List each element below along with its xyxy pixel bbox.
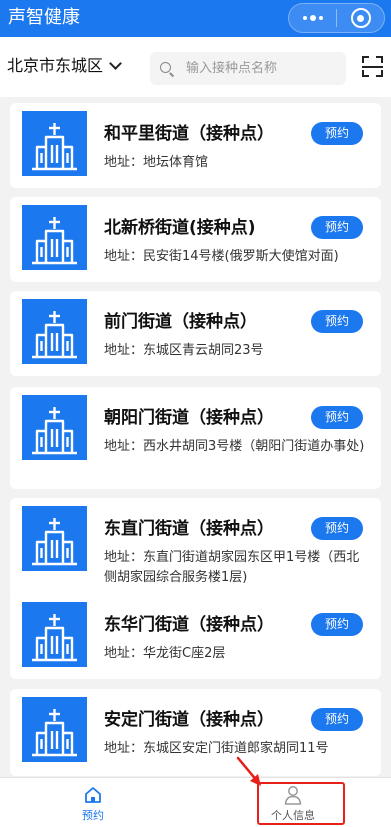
scan-icon[interactable] (362, 56, 383, 77)
site-address: 地址：东直门街道胡家园东区甲1号楼（西北侧胡家园综合服务楼1层) (104, 550, 360, 585)
search-box[interactable] (150, 52, 346, 85)
chevron-down-icon (109, 57, 122, 70)
site-address: 地址：东城区青云胡同23号 (104, 343, 264, 358)
site-name: 北新桥街道(接种点) (104, 218, 256, 238)
site-address: 地址：地坛体育馆 (104, 155, 209, 170)
site-address: 地址：西水井胡同3号楼（朝阳门街道办事处) (104, 439, 365, 454)
target-close-icon (350, 8, 371, 28)
hospital-icon (22, 602, 87, 667)
more-dots-icon (302, 14, 323, 21)
book-button[interactable]: 预约 (311, 708, 363, 731)
app-header: 声智健康 (0, 0, 391, 37)
book-button[interactable]: 预约 (311, 122, 363, 145)
book-button[interactable]: 预约 (311, 310, 363, 333)
book-button[interactable]: 预约 (311, 406, 363, 429)
hospital-icon (22, 395, 87, 460)
annotation-highlight-box (257, 782, 345, 825)
nav-label-booking: 预约 (82, 809, 104, 822)
site-name: 安定门街道（接种点） (104, 710, 274, 730)
site-address: 地址：华龙街C座2层 (104, 646, 226, 661)
home-icon (85, 787, 101, 803)
hospital-icon (22, 506, 87, 571)
book-button[interactable]: 预约 (311, 216, 363, 239)
hospital-icon (22, 205, 87, 270)
close-button[interactable] (337, 4, 384, 32)
district-label: 北京市东城区 (7, 56, 104, 75)
search-icon (160, 61, 174, 76)
mini-program-capsule (288, 3, 385, 33)
hospital-icon (22, 299, 87, 364)
book-button[interactable]: 预约 (311, 517, 363, 540)
site-name: 东直门街道（接种点） (104, 519, 274, 539)
site-address: 地址：民安街14号楼(俄罗斯大使馆对面) (104, 249, 339, 264)
annotation-arrow-icon (236, 756, 261, 786)
site-name: 前门街道（接种点） (104, 312, 257, 332)
search-input[interactable] (186, 61, 336, 76)
site-card[interactable]: 前门街道（接种点） 地址：东城区青云胡同23号 预约 (10, 291, 381, 376)
site-card[interactable]: 和平里街道（接种点） 地址：地坛体育馆 预约 (10, 103, 381, 188)
site-card[interactable]: 东直门街道（接种点） 地址：东直门街道胡家园东区甲1号楼（西北侧胡家园综合服务楼1… (10, 498, 381, 600)
hospital-icon (22, 697, 87, 762)
district-selector[interactable]: 北京市东城区 (7, 56, 122, 76)
app-title: 声智健康 (8, 7, 80, 28)
nav-item-booking[interactable]: 预约 (33, 778, 153, 827)
search-row: 北京市东城区 (0, 37, 391, 97)
site-card[interactable]: 北新桥街道(接种点) 地址：民安街14号楼(俄罗斯大使馆对面) 预约 (10, 197, 381, 282)
more-button[interactable] (289, 4, 336, 32)
site-card[interactable]: 朝阳门街道（接种点） 地址：西水井胡同3号楼（朝阳门街道办事处) 预约 (10, 387, 381, 489)
site-name: 和平里街道（接种点） (104, 124, 274, 144)
site-card[interactable]: 安定门街道（接种点） 地址：东城区安定门街道郎家胡同11号 预约 (10, 689, 381, 776)
site-name: 朝阳门街道（接种点） (104, 408, 274, 428)
site-name: 东华门街道（接种点） (104, 615, 274, 635)
book-button[interactable]: 预约 (311, 613, 363, 636)
site-card[interactable]: 东华门街道（接种点） 地址：华龙街C座2层 预约 (10, 594, 381, 679)
hospital-icon (22, 111, 87, 176)
